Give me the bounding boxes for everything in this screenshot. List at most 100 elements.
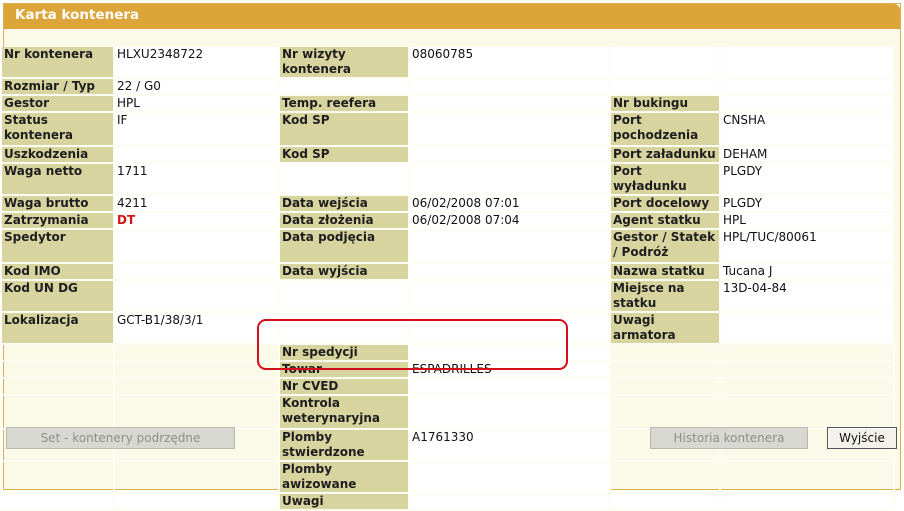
operator-value: HPL <box>114 95 280 113</box>
field-label: Spedytor <box>2 229 115 264</box>
empty-cell <box>720 378 895 396</box>
empty-cell <box>2 361 115 379</box>
field-label: Kod SP <box>279 146 410 164</box>
table-row: Nr CVED <box>2 378 895 396</box>
location-value: GCT-B1/38/3/1 <box>114 312 280 345</box>
discharge-port-value: PLGDY <box>720 163 895 196</box>
field-label: Rozmiar / Typ <box>2 78 115 96</box>
field-label: Status kontenera <box>2 112 115 147</box>
empty-cell <box>720 47 895 79</box>
empty-cell <box>114 361 280 379</box>
entry-date-value: 06/02/2008 07:01 <box>409 195 611 213</box>
ship-position-value: 13D-04-84 <box>720 280 895 313</box>
empty-cell <box>279 163 410 196</box>
empty-cell <box>409 78 611 96</box>
forwarder-value <box>114 229 280 264</box>
table-row: Uwagi <box>2 493 895 511</box>
table-row: Status kontenera IF Kod SP Port pochodze… <box>2 112 895 147</box>
empty-cell <box>2 493 115 511</box>
table-row: Kod UN DG Miejsce na statku 13D-04-84 <box>2 280 895 313</box>
empty-cell <box>279 312 410 345</box>
remarks-value <box>409 493 611 511</box>
field-label: Data wyjścia <box>279 263 410 281</box>
imo-code-value <box>114 263 280 281</box>
field-label: Nr bukingu <box>610 95 721 113</box>
empty-cell <box>114 344 280 362</box>
exit-date-value <box>409 263 611 281</box>
title-bar: Karta kontenera <box>4 4 900 29</box>
exit-button[interactable]: Wyjście <box>827 427 897 449</box>
field-label: Port wyładunku <box>610 163 721 196</box>
table-row: Uszkodzenia Kod SP Port załadunku DEHAM <box>2 146 895 164</box>
net-weight-value: 1711 <box>114 163 280 196</box>
field-label: Lokalizacja <box>2 312 115 345</box>
empty-cell <box>610 378 721 396</box>
field-label: Miejsce na statku <box>610 280 721 313</box>
field-label: Agent statku <box>610 212 721 230</box>
table-row: Spedytor Data podjęcia Gestor / Statek /… <box>2 229 895 264</box>
table-row: Kod IMO Data wyjścia Nazwa statku Tucana… <box>2 263 895 281</box>
field-label: Waga netto <box>2 163 115 196</box>
ship-agent-value: HPL <box>720 212 895 230</box>
field-label: Port docelowy <box>610 195 721 213</box>
empty-cell <box>2 461 115 494</box>
visit-number-value: 08060785 <box>409 47 611 79</box>
table-row: Rozmiar / Typ 22 / G0 <box>2 78 895 96</box>
table-row: Zatrzymania DT Data złożenia 06/02/2008 … <box>2 212 895 230</box>
field-label: Uszkodzenia <box>2 146 115 164</box>
field-label: Nr CVED <box>279 378 410 396</box>
window-title: Karta kontenera <box>15 7 140 23</box>
empty-cell <box>610 47 721 79</box>
field-label: Data wejścia <box>279 195 410 213</box>
table-row: Kontrola weterynaryjna <box>2 395 895 430</box>
sp-code-value <box>409 112 611 147</box>
un-dg-code-value <box>114 280 280 313</box>
seals-found-value: A1761330 <box>409 429 611 462</box>
empty-cell <box>279 280 410 313</box>
empty-cell <box>279 78 410 96</box>
size-type-value: 22 / G0 <box>114 78 280 96</box>
table-row: Lokalizacja GCT-B1/38/3/1 Uwagi armatora <box>2 312 895 345</box>
empty-cell <box>720 461 895 494</box>
empty-cell <box>409 163 611 196</box>
empty-cell <box>409 312 611 345</box>
field-label: Uwagi <box>279 493 410 511</box>
container-history-button[interactable]: Historia kontenera <box>650 427 808 449</box>
field-label: Nazwa statku <box>610 263 721 281</box>
empty-cell <box>2 344 115 362</box>
sp-code-value <box>409 146 611 164</box>
field-label: Port załadunku <box>610 146 721 164</box>
empty-cell <box>610 344 721 362</box>
shipowner-remarks-value <box>720 312 895 345</box>
field-label: Zatrzymania <box>2 212 115 230</box>
table-row: Towar ESPADRILLES <box>2 361 895 379</box>
empty-cell <box>720 361 895 379</box>
field-label: Data podjęcia <box>279 229 410 264</box>
field-label: Data złożenia <box>279 212 410 230</box>
field-label: Kod IMO <box>2 263 115 281</box>
storage-date-value: 06/02/2008 07:04 <box>409 212 611 230</box>
empty-cell <box>610 461 721 494</box>
field-label: Plomby awizowane <box>279 461 410 494</box>
table-row: Gestor HPL Temp. reefera Nr bukingu <box>2 95 895 113</box>
goods-value: ESPADRILLES <box>409 361 611 379</box>
holds-value: DT <box>114 212 280 230</box>
empty-cell <box>720 395 895 430</box>
reefer-temp-value <box>409 95 611 113</box>
destination-port-value: PLGDY <box>720 195 895 213</box>
empty-cell <box>114 395 280 430</box>
field-label: Nr spedycji <box>279 344 410 362</box>
empty-cell <box>610 493 721 511</box>
empty-cell <box>114 461 280 494</box>
sub-containers-button[interactable]: Set - kontenery podrzędne <box>6 427 235 449</box>
cved-number-value <box>409 378 611 396</box>
field-label: Plomby stwierdzone <box>279 429 410 462</box>
field-label: Waga brutto <box>2 195 115 213</box>
veterinary-control-value <box>409 395 611 430</box>
field-label: Port pochodzenia <box>610 112 721 147</box>
empty-cell <box>610 78 721 96</box>
field-label: Uwagi armatora <box>610 312 721 345</box>
field-label: Gestor <box>2 95 115 113</box>
table-row: Waga brutto 4211 Data wejścia 06/02/2008… <box>2 195 895 213</box>
field-label: Kod UN DG <box>2 280 115 313</box>
